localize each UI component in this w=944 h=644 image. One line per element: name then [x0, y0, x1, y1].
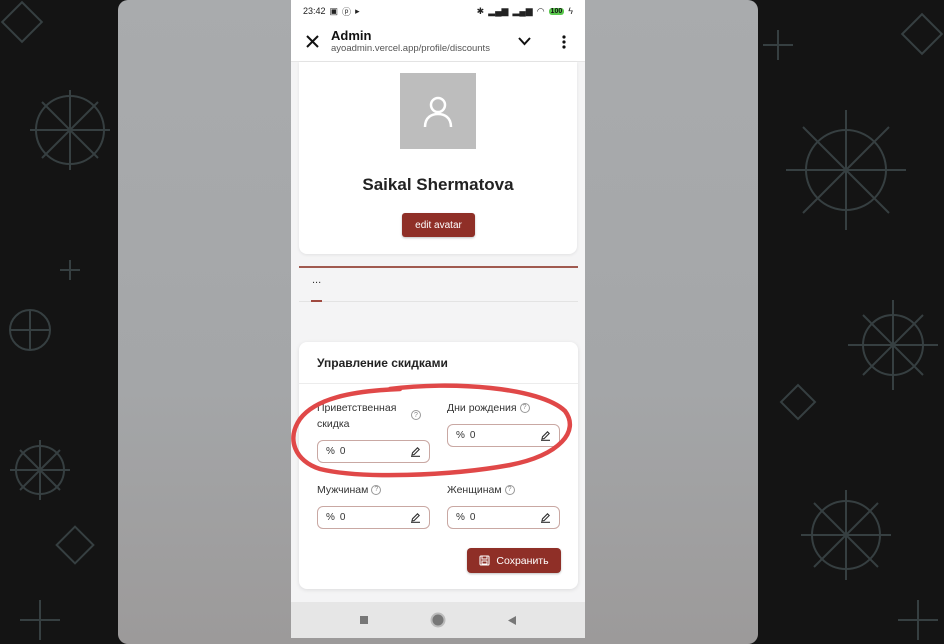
pencil-icon[interactable] — [410, 446, 421, 457]
close-icon — [305, 35, 319, 48]
back-triangle-icon — [508, 615, 516, 625]
background-pattern-left — [0, 0, 118, 644]
percent-prefix: % — [456, 430, 465, 441]
page-url: ayoadmin.vercel.app/profile/discounts — [331, 42, 490, 54]
women-label: Женщинам? — [447, 482, 515, 498]
percent-prefix: % — [326, 446, 335, 457]
tabs-bar: ... — [299, 266, 578, 302]
pencil-icon[interactable] — [410, 512, 421, 523]
birthday-discount-label: Дни рождения? — [447, 400, 530, 416]
pinterest-icon: ⓟ — [342, 6, 352, 17]
men-discount-field[interactable]: % 0 — [317, 506, 430, 529]
profile-card: Saikal Shermatova edit avatar — [299, 62, 577, 254]
phone-screen: 23:42 ▣ ⓟ ▸ ✱ ▂▄▆ ▂▄▆ ◠ 100 ϟ Admin ayoa… — [291, 0, 585, 638]
save-icon — [479, 555, 490, 566]
pencil-icon[interactable] — [540, 512, 551, 523]
signal-icon-2: ▂▄▆ — [512, 5, 533, 16]
help-icon[interactable]: ? — [504, 485, 515, 496]
men-label: Мужчинам? — [317, 482, 382, 498]
welcome-discount-label: Приветственная скидка — [317, 400, 401, 432]
signal-icon: ▂▄▆ — [488, 5, 509, 16]
divider — [299, 383, 578, 384]
percent-prefix: % — [326, 512, 335, 523]
help-icon[interactable]: ? — [519, 403, 530, 414]
save-button[interactable]: Сохранить — [467, 548, 561, 573]
tab-active[interactable]: ... — [312, 274, 321, 286]
page-title: Admin — [331, 27, 372, 43]
field-label-text: Женщинам — [447, 484, 502, 496]
field-label-text: Приветственная скидка — [317, 402, 397, 430]
recents-button[interactable] — [354, 610, 374, 630]
pencil-icon[interactable] — [540, 430, 551, 441]
play-icon: ▸ — [355, 5, 360, 16]
birthday-discount-field[interactable]: % 0 — [447, 424, 560, 447]
page-content: Saikal Shermatova edit avatar ... Управл… — [291, 62, 585, 598]
status-time: 23:42 — [303, 6, 326, 16]
android-nav-bar — [291, 602, 585, 638]
background-pattern-right — [758, 0, 944, 644]
field-value: 0 — [339, 512, 346, 523]
card-title: Управление скидками — [317, 356, 448, 370]
notification-icon: ▣ — [329, 5, 339, 16]
more-menu-button[interactable] — [553, 31, 575, 53]
field-value: 0 — [469, 512, 476, 523]
help-icon[interactable]: ? — [411, 410, 421, 420]
help-icon[interactable]: ? — [371, 485, 382, 496]
expand-button[interactable] — [513, 31, 535, 53]
more-vert-icon — [562, 34, 566, 49]
percent-prefix: % — [456, 512, 465, 523]
chevron-down-icon — [517, 37, 531, 46]
women-discount-field[interactable]: % 0 — [447, 506, 560, 529]
edit-avatar-button[interactable]: edit avatar — [402, 213, 475, 237]
profile-name: Saikal Shermatova — [362, 175, 514, 194]
browser-toolbar: Admin ayoadmin.vercel.app/profile/discou… — [291, 22, 585, 62]
back-button[interactable] — [502, 610, 522, 630]
wifi-icon: ◠ — [536, 5, 545, 16]
avatar[interactable] — [400, 73, 476, 149]
square-icon — [360, 616, 368, 624]
battery-icon: 100 — [548, 7, 565, 15]
home-button[interactable] — [428, 610, 448, 630]
circle-icon — [430, 612, 446, 628]
status-bar: 23:42 ▣ ⓟ ▸ ✱ ▂▄▆ ▂▄▆ ◠ 100 ϟ — [291, 0, 585, 22]
field-value: 0 — [339, 446, 346, 457]
field-label-text: Мужчинам — [317, 484, 369, 496]
field-label-text: Дни рождения — [447, 402, 517, 414]
close-button[interactable] — [303, 33, 321, 51]
save-label: Сохранить — [496, 554, 549, 567]
tab-indicator — [311, 300, 322, 302]
charging-icon: ϟ — [568, 6, 573, 16]
user-icon — [423, 96, 453, 128]
field-value: 0 — [469, 430, 476, 441]
welcome-discount-field[interactable]: % 0 — [317, 440, 430, 463]
discount-management-card: Управление скидками Приветственная скидк… — [299, 342, 578, 589]
bluetooth-icon: ✱ — [476, 5, 485, 16]
